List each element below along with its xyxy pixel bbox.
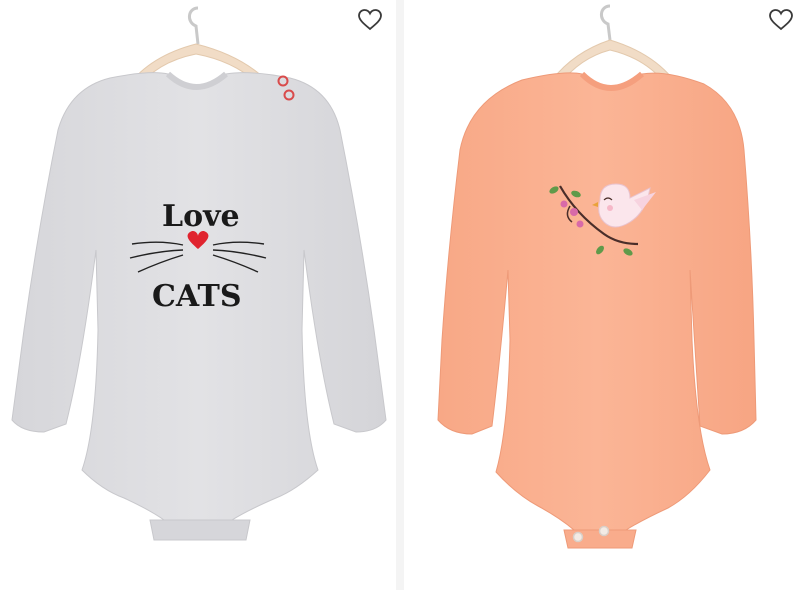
card-divider <box>396 0 404 590</box>
product-card-bird[interactable] <box>404 0 800 590</box>
print-text-love: Love <box>162 199 240 234</box>
heart-outline-icon[interactable] <box>357 8 383 32</box>
product-card-love-cats[interactable]: Love CATS <box>0 0 396 590</box>
product-grid: Love CATS <box>0 0 800 590</box>
product-image-peach-bodysuit[interactable] <box>404 0 800 590</box>
product-image-grey-bodysuit[interactable]: Love CATS <box>0 0 396 590</box>
hanger-hook <box>188 6 200 45</box>
crotch-snap <box>598 525 610 537</box>
hanger-hook <box>600 4 612 41</box>
print-text-cats: CATS <box>152 279 242 314</box>
crotch-snap <box>572 531 584 543</box>
heart-outline-icon[interactable] <box>768 8 794 32</box>
bodysuit-peach <box>437 72 757 531</box>
